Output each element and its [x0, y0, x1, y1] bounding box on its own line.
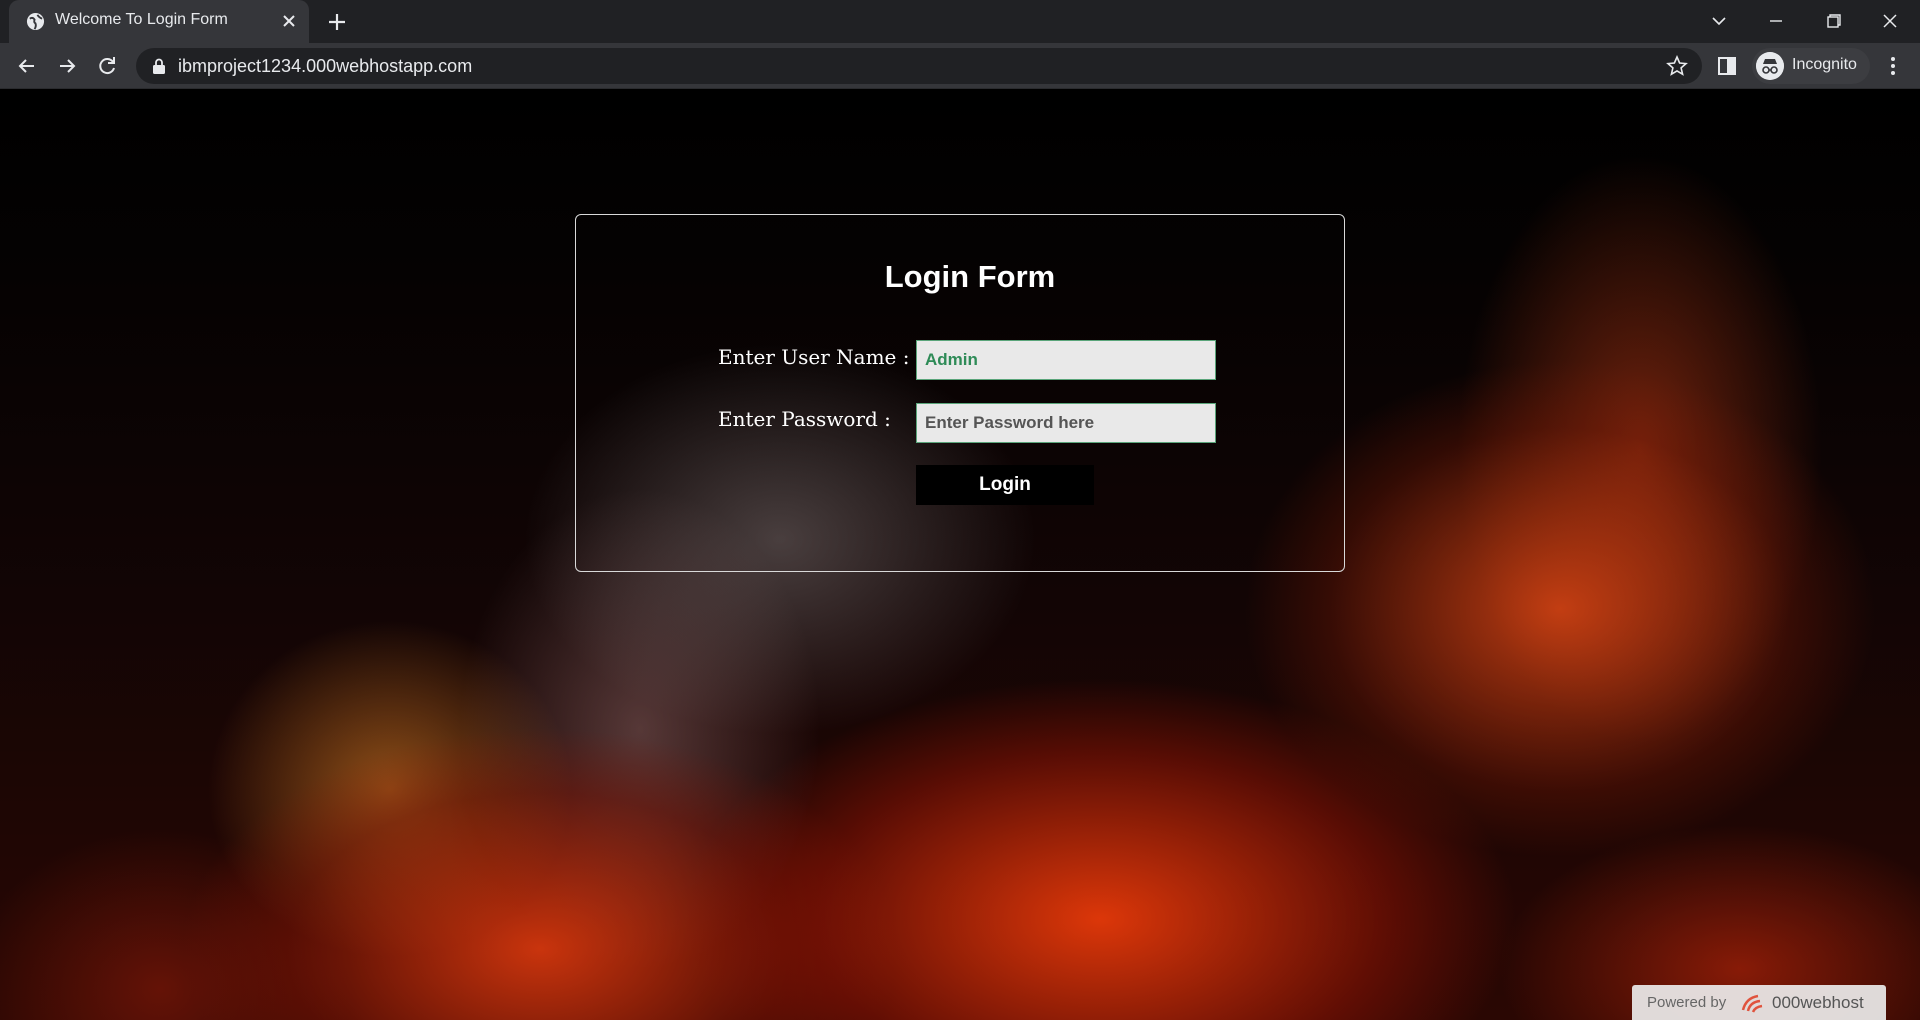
more-menu-icon[interactable]: [1882, 55, 1904, 77]
forward-icon[interactable]: [52, 51, 82, 81]
close-window-icon[interactable]: [1868, 6, 1912, 36]
globe-icon: [26, 12, 45, 31]
browser-title-bar: Welcome To Login Form: [0, 0, 1920, 43]
restore-icon[interactable]: [1811, 6, 1855, 36]
username-label: Enter User Name :: [718, 345, 910, 369]
password-input[interactable]: [916, 403, 1216, 443]
url-text: ibmproject1234.000webhostapp.com: [178, 56, 473, 76]
page-viewport: Login Form Enter User Name : Enter Passw…: [0, 89, 1920, 1020]
back-icon[interactable]: [12, 51, 42, 81]
powered-by-brand: 000webhost: [1772, 993, 1864, 1012]
address-bar[interactable]: ibmproject1234.000webhostapp.com: [136, 48, 1702, 84]
powered-by-badge[interactable]: Powered by 000webhost: [1632, 985, 1886, 1020]
form-title: Login Form: [884, 259, 1056, 294]
close-tab-icon[interactable]: [279, 11, 299, 31]
new-tab-icon[interactable]: [325, 10, 349, 34]
browser-tab-active[interactable]: Welcome To Login Form: [9, 0, 309, 43]
browser-toolbar: ibmproject1234.000webhostapp.com Incogni…: [0, 43, 1920, 89]
bookmark-star-icon[interactable]: [1666, 55, 1688, 77]
incognito-icon: [1756, 52, 1784, 80]
tab-title: Welcome To Login Form: [55, 11, 228, 28]
minimize-icon[interactable]: [1754, 6, 1798, 36]
incognito-label: Incognito: [1792, 56, 1857, 73]
username-input[interactable]: [916, 340, 1216, 380]
powered-by-text: Powered by: [1647, 994, 1727, 1011]
lock-icon[interactable]: [152, 58, 166, 74]
password-label: Enter Password :: [718, 407, 891, 431]
login-button[interactable]: Login: [916, 465, 1094, 505]
000webhost-logo-icon: [1741, 994, 1763, 1013]
reload-icon[interactable]: [92, 51, 122, 81]
side-panel-icon[interactable]: [1716, 55, 1738, 77]
tab-search-icon[interactable]: [1697, 6, 1741, 36]
login-form: Login Form Enter User Name : Enter Passw…: [575, 214, 1345, 572]
incognito-profile-button[interactable]: Incognito: [1752, 48, 1870, 84]
